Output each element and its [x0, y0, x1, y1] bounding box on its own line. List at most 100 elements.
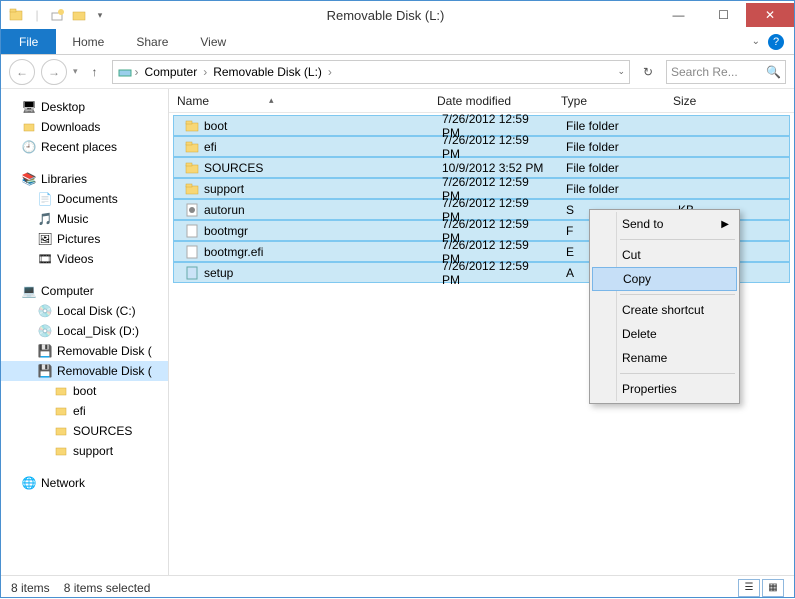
drive-icon — [117, 64, 133, 80]
status-bar: 8 items 8 items selected ☰ ▦ — [1, 575, 794, 599]
removable-icon: 💾 — [37, 343, 53, 359]
help-icon[interactable]: ? — [768, 34, 784, 50]
up-button[interactable]: ↑ — [84, 61, 106, 83]
app-icon — [7, 6, 25, 24]
maximize-button[interactable]: ☐ — [701, 3, 746, 27]
home-tab[interactable]: Home — [56, 29, 120, 54]
chevron-right-icon[interactable]: › — [328, 65, 332, 79]
minimize-button[interactable]: — — [656, 3, 701, 27]
search-input[interactable]: Search Re... 🔍 — [666, 60, 786, 84]
nav-recent[interactable]: 🕘Recent places — [1, 137, 168, 157]
col-name[interactable]: Name▴ — [169, 89, 429, 112]
col-date[interactable]: Date modified — [429, 89, 553, 112]
file-date: 7/26/2012 12:59 PM — [434, 133, 558, 161]
cfg-icon — [184, 202, 200, 218]
breadcrumb[interactable]: › Computer › Removable Disk (L:) › ⌄ — [112, 60, 630, 84]
nav-removable-2[interactable]: 💾Removable Disk ( — [1, 361, 168, 381]
ctx-properties[interactable]: Properties — [592, 377, 737, 401]
ctx-create-shortcut[interactable]: Create shortcut — [592, 298, 737, 322]
file-type: File folder — [558, 182, 670, 196]
col-size[interactable]: Size — [665, 89, 794, 112]
file-type: File folder — [558, 119, 670, 133]
nav-drive-c[interactable]: 💿Local Disk (C:) — [1, 301, 168, 321]
music-icon: 🎵 — [37, 211, 53, 227]
history-dropdown-icon[interactable]: ▾ — [73, 66, 78, 77]
chevron-right-icon[interactable]: › — [135, 65, 139, 79]
nav-drive-d[interactable]: 💿Local_Disk (D:) — [1, 321, 168, 341]
pictures-icon: 🖼 — [37, 231, 53, 247]
file-icon — [184, 223, 200, 239]
ribbon-tabs: File Home Share View ⌄ ? — [1, 29, 794, 55]
nav-libraries[interactable]: 📚Libraries — [1, 169, 168, 189]
ctx-delete[interactable]: Delete — [592, 322, 737, 346]
file-tab[interactable]: File — [1, 29, 56, 54]
quick-access-toolbar: | ▾ — [1, 6, 115, 24]
col-type[interactable]: Type — [553, 89, 665, 112]
status-item-count: 8 items — [11, 581, 50, 595]
nav-efi[interactable]: efi — [1, 401, 168, 421]
file-name: support — [204, 182, 244, 196]
qat-dropdown-icon[interactable]: ▾ — [91, 6, 109, 24]
back-button[interactable]: ← — [9, 59, 35, 85]
exe-icon — [184, 265, 200, 281]
new-folder-icon[interactable] — [49, 6, 67, 24]
nav-videos[interactable]: 🎞Videos — [1, 249, 168, 269]
file-row[interactable]: efi7/26/2012 12:59 PMFile folder — [173, 136, 790, 157]
nav-boot[interactable]: boot — [1, 381, 168, 401]
nav-computer[interactable]: 💻Computer — [1, 281, 168, 301]
navigation-pane[interactable]: 🖥Desktop Downloads 🕘Recent places 📚Libra… — [1, 89, 169, 575]
sort-ascending-icon: ▴ — [269, 95, 274, 106]
file-date: 10/9/2012 3:52 PM — [434, 161, 558, 175]
folder-icon — [53, 443, 69, 459]
breadcrumb-current[interactable]: Removable Disk (L:) — [209, 65, 326, 79]
ctx-copy[interactable]: Copy — [592, 267, 737, 291]
ctx-send-to[interactable]: Send to▶ — [592, 212, 737, 236]
desktop-icon: 🖥 — [21, 99, 37, 115]
documents-icon: 📄 — [37, 191, 53, 207]
ctx-rename[interactable]: Rename — [592, 346, 737, 370]
folder-icon — [184, 160, 200, 176]
chevron-right-icon[interactable]: › — [203, 65, 207, 79]
folder-icon[interactable] — [70, 6, 88, 24]
breadcrumb-computer[interactable]: Computer — [141, 65, 202, 79]
window-controls: — ☐ ✕ — [656, 3, 794, 27]
submenu-arrow-icon: ▶ — [721, 219, 729, 230]
nav-removable-1[interactable]: 💾Removable Disk ( — [1, 341, 168, 361]
nav-music[interactable]: 🎵Music — [1, 209, 168, 229]
removable-icon: 💾 — [37, 363, 53, 379]
status-selection: 8 items selected — [64, 581, 151, 595]
ctx-cut[interactable]: Cut — [592, 243, 737, 267]
folder-icon — [53, 403, 69, 419]
file-date: 7/26/2012 12:59 PM — [434, 259, 558, 287]
file-name: bootmgr.efi — [204, 245, 263, 259]
refresh-icon[interactable]: ↻ — [643, 65, 653, 79]
file-name: boot — [204, 119, 227, 133]
file-name: bootmgr — [204, 224, 248, 238]
details-view-button[interactable]: ☰ — [738, 579, 760, 597]
expand-ribbon-icon[interactable]: ⌄ — [752, 36, 760, 47]
nav-downloads[interactable]: Downloads — [1, 117, 168, 137]
folder-icon — [53, 423, 69, 439]
view-tab[interactable]: View — [184, 29, 242, 54]
address-dropdown-icon[interactable]: ⌄ — [617, 66, 625, 77]
file-name: efi — [204, 140, 217, 154]
close-button[interactable]: ✕ — [746, 3, 794, 27]
nav-documents[interactable]: 📄Documents — [1, 189, 168, 209]
libraries-icon: 📚 — [21, 171, 37, 187]
window-title: Removable Disk (L:) — [115, 8, 656, 23]
icons-view-button[interactable]: ▦ — [762, 579, 784, 597]
forward-button[interactable]: → — [41, 59, 67, 85]
nav-desktop[interactable]: 🖥Desktop — [1, 97, 168, 117]
share-tab[interactable]: Share — [120, 29, 184, 54]
nav-network[interactable]: 🌐Network — [1, 473, 168, 493]
nav-support[interactable]: support — [1, 441, 168, 461]
downloads-icon — [21, 119, 37, 135]
file-type: File folder — [558, 161, 670, 175]
drive-icon: 💿 — [37, 323, 53, 339]
folder-icon — [53, 383, 69, 399]
folder-icon — [184, 139, 200, 155]
column-headers: Name▴ Date modified Type Size — [169, 89, 794, 113]
file-icon — [184, 244, 200, 260]
nav-pictures[interactable]: 🖼Pictures — [1, 229, 168, 249]
nav-sources[interactable]: SOURCES — [1, 421, 168, 441]
